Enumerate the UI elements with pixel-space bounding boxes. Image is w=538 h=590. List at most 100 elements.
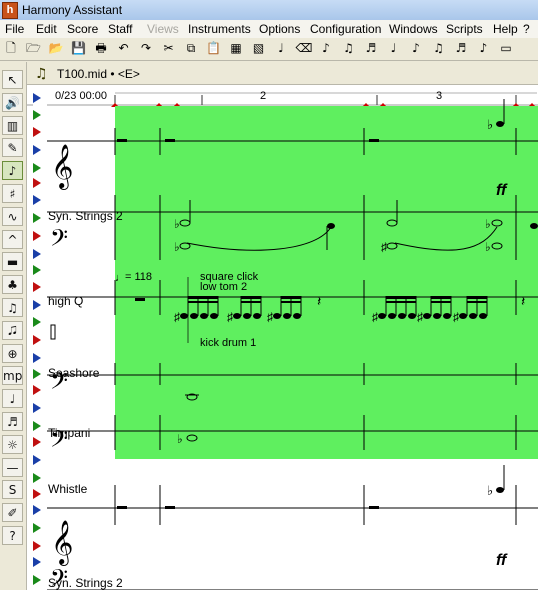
- drum-label: low tom 2: [200, 281, 247, 293]
- staff-control-arrow[interactable]: [33, 523, 41, 533]
- accent-tool-icon[interactable]: ^: [2, 229, 23, 249]
- redo-icon[interactable]: ↷: [138, 39, 154, 57]
- staff-control-arrow[interactable]: [33, 541, 41, 551]
- staff-control-arrow[interactable]: [33, 505, 41, 515]
- arrow-tool-icon[interactable]: ↖: [2, 70, 23, 89]
- menu-scripts[interactable]: Scripts: [446, 22, 483, 36]
- staff-control-arrow[interactable]: [33, 557, 41, 567]
- target-tool-icon[interactable]: ⊕: [2, 343, 23, 363]
- staff-control-arrow[interactable]: [33, 231, 41, 241]
- staff-control-arrow[interactable]: [33, 421, 41, 431]
- folder-icon[interactable]: 📂: [48, 39, 64, 57]
- staff-name: Whistle: [48, 482, 88, 496]
- sun-tool-icon[interactable]: ☼: [2, 434, 23, 454]
- select-all-icon[interactable]: ▦: [228, 39, 244, 57]
- note-icon-8[interactable]: ♬: [453, 39, 469, 57]
- staff-control-arrow[interactable]: [33, 145, 41, 155]
- staff-control-arrow[interactable]: [33, 282, 41, 292]
- menu-windows[interactable]: Windows: [389, 22, 438, 36]
- lyrics-tool-icon[interactable]: 🎜: [2, 320, 23, 340]
- print-icon[interactable]: 🖶: [93, 39, 109, 57]
- speaker-tool-icon[interactable]: 🔊: [2, 92, 23, 112]
- staff-control-arrow[interactable]: [33, 127, 41, 137]
- staff-control-arrow[interactable]: [33, 473, 41, 483]
- staff-control-arrow[interactable]: [33, 437, 41, 447]
- grace-tool-icon[interactable]: ♫: [2, 298, 23, 317]
- staff-control-arrow[interactable]: [33, 575, 41, 585]
- note-icon[interactable]: ♩: [273, 39, 289, 57]
- menu-[interactable]: ?: [523, 22, 530, 36]
- menu-file[interactable]: File: [5, 22, 24, 36]
- note-icon-4[interactable]: ♬: [363, 39, 379, 57]
- staff-control-arrow[interactable]: [33, 403, 41, 413]
- staff-control-arrow[interactable]: [33, 249, 41, 259]
- menu-views[interactable]: Views: [147, 22, 179, 36]
- svg-text:♭: ♭: [487, 483, 493, 498]
- staff-control-arrow[interactable]: [33, 300, 41, 310]
- tool-palette: ↖ 🔊 ▥ ✎ ♪ ♯ ∿ ^ ▬ ♣ ♫ 🎜 ⊕ mp ♩ ♬ ☼ — S ✐?: [0, 62, 27, 590]
- score-canvas[interactable]: 0/23 00:00 2 3 𝄞 𝄢 𝄢 𝄢 𝄞 𝄢 Syn. Strings …: [27, 85, 538, 590]
- svg-text:♯: ♯: [417, 310, 423, 324]
- menu-configuration[interactable]: Configuration: [310, 22, 381, 36]
- cut-icon[interactable]: ✂: [161, 39, 177, 57]
- title-bar: h Harmony Assistant: [0, 0, 538, 21]
- staff-control-arrow[interactable]: [33, 369, 41, 379]
- guitar-tool-icon[interactable]: ♩: [2, 389, 23, 409]
- staff-control-arrow[interactable]: [33, 317, 41, 327]
- staff-control-arrow[interactable]: [33, 178, 41, 188]
- selection-region: [115, 106, 538, 459]
- dynamics-tool-icon[interactable]: mp: [2, 366, 23, 386]
- staff-control-strip[interactable]: [33, 85, 47, 590]
- note-icon-9[interactable]: ♪: [476, 39, 492, 57]
- trill-tool-icon[interactable]: ∿: [2, 206, 23, 226]
- staff-control-arrow[interactable]: [33, 385, 41, 395]
- toolbar: 🗋 🗁 📂 💾 🖶 ↶ ↷ ✂ ⧉ 📋 ▦ ▧ ♩ ⌫ ♪ ♫ ♬ ♩ ♪ ♫ ♬ ♪ ▭: [0, 38, 538, 61]
- keyboard-tool-icon[interactable]: ▥: [2, 115, 23, 135]
- score-file-icon: ♫: [35, 66, 48, 82]
- staff-control-arrow[interactable]: [33, 213, 41, 223]
- copy-icon[interactable]: ⧉: [183, 39, 199, 57]
- staff-control-arrow[interactable]: [33, 195, 41, 205]
- note-icon-5[interactable]: ♩: [386, 39, 402, 57]
- note-icon-3[interactable]: ♫: [341, 39, 357, 57]
- note-icon-2[interactable]: ♪: [318, 39, 334, 57]
- staff-control-arrow[interactable]: [33, 489, 41, 499]
- menu-edit[interactable]: Edit: [36, 22, 57, 36]
- staff-control-arrow[interactable]: [33, 163, 41, 173]
- select-staff-icon[interactable]: ▧: [251, 39, 267, 57]
- save-icon[interactable]: 💾: [71, 39, 87, 57]
- staff-control-arrow[interactable]: [33, 93, 41, 103]
- pencil-tool-icon[interactable]: ✎: [2, 138, 23, 158]
- staff-control-arrow[interactable]: [33, 353, 41, 363]
- menu-staff[interactable]: Staff: [108, 22, 132, 36]
- staff-control-arrow[interactable]: [33, 110, 41, 120]
- staff-control-arrow[interactable]: [33, 455, 41, 465]
- piano-icon[interactable]: ▭: [498, 39, 514, 57]
- menu-instruments[interactable]: Instruments: [188, 22, 251, 36]
- help-tool-icon[interactable]: ?: [2, 526, 23, 545]
- new-icon[interactable]: 🗋: [3, 39, 19, 57]
- s-tool-icon[interactable]: S: [2, 480, 23, 500]
- note-icon-6[interactable]: ♪: [408, 39, 424, 57]
- menu-score[interactable]: Score: [67, 22, 98, 36]
- eraser-icon[interactable]: ⌫: [296, 39, 313, 57]
- rest-tool-icon[interactable]: ▬: [2, 252, 23, 272]
- svg-text:♯: ♯: [227, 310, 233, 324]
- open-icon[interactable]: 🗁: [26, 39, 42, 57]
- sharp-tool-icon[interactable]: ♯: [2, 184, 23, 203]
- staff-control-arrow[interactable]: [33, 265, 41, 275]
- drum-tool-icon[interactable]: ♬: [2, 412, 23, 431]
- menu-options[interactable]: Options: [259, 22, 300, 36]
- undo-icon[interactable]: ↶: [116, 39, 132, 57]
- pen-tool-icon[interactable]: ✐: [2, 503, 23, 523]
- score-document[interactable]: ♫ T100.mid • <E> 0/23 00:00 2 3 𝄞 𝄢 𝄢 𝄢 …: [27, 62, 538, 590]
- menu-help[interactable]: Help: [493, 22, 518, 36]
- staff-control-arrow[interactable]: [33, 335, 41, 345]
- staff-name: Seashore: [48, 366, 100, 380]
- line-tool-icon[interactable]: —: [2, 457, 23, 477]
- note-tool-icon[interactable]: ♪: [2, 161, 23, 181]
- svg-text:♭: ♭: [485, 217, 491, 231]
- chord-tool-icon[interactable]: ♣: [2, 275, 23, 295]
- paste-icon[interactable]: 📋: [206, 39, 222, 57]
- note-icon-7[interactable]: ♫: [431, 39, 447, 57]
